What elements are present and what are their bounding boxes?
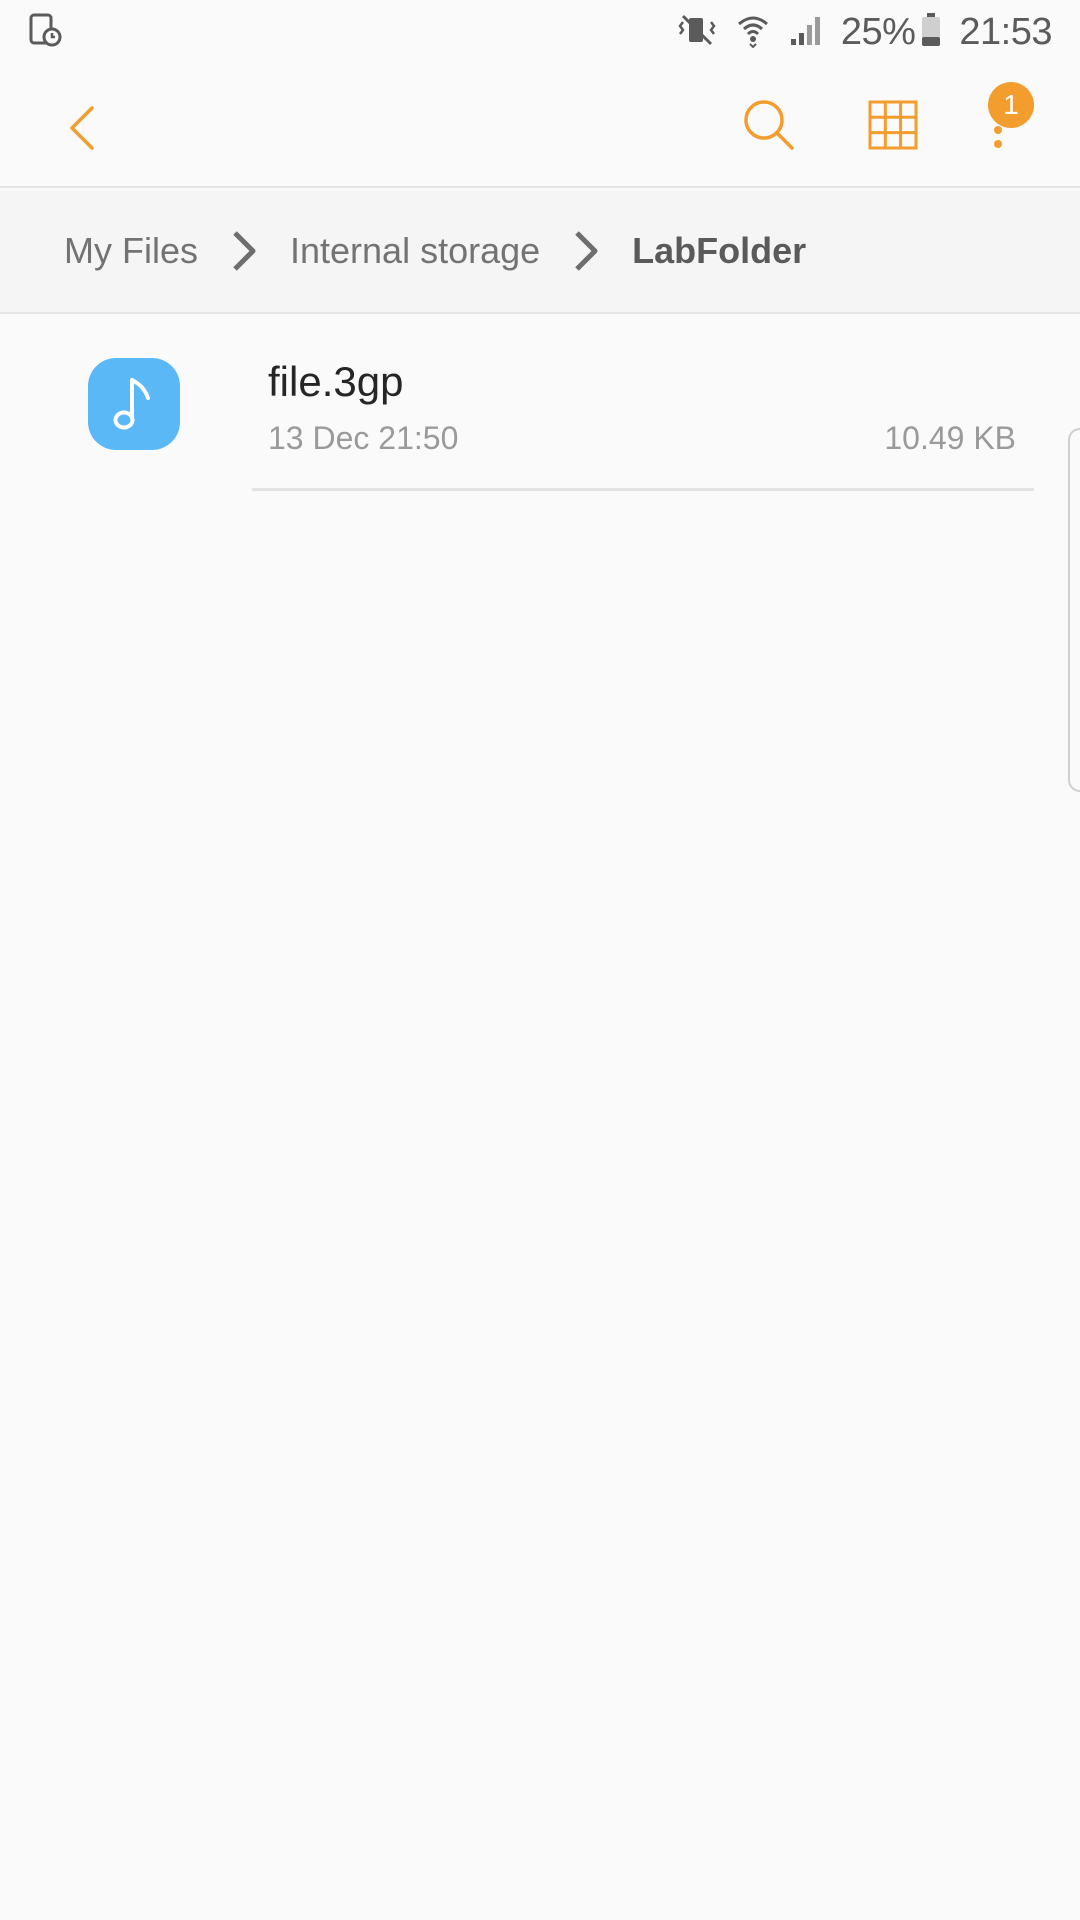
breadcrumb-internal-storage[interactable]: Internal storage — [290, 230, 540, 272]
search-button[interactable] — [738, 94, 802, 158]
screen-record-icon — [28, 13, 62, 52]
app-bar: 1 — [0, 64, 1080, 188]
file-name: file.3gp — [268, 358, 404, 405]
file-date: 13 Dec 21:50 — [268, 420, 459, 456]
breadcrumb: My Files Internal storage LabFolder — [0, 190, 1080, 314]
file-size: 10.49 KB — [884, 420, 1016, 456]
chevron-right-icon — [564, 223, 608, 279]
screen: 25% 21:53 1 My Files Internal storage La… — [0, 0, 1080, 1920]
vibrate-mute-icon — [677, 12, 717, 53]
breadcrumb-my-files[interactable]: My Files — [64, 230, 198, 272]
status-bar: 25% 21:53 — [0, 0, 1080, 64]
signal-icon — [789, 13, 823, 52]
breadcrumb-current-folder: LabFolder — [632, 230, 807, 271]
battery-percent: 25% — [840, 10, 916, 53]
status-left — [28, 13, 62, 52]
list-item[interactable]: file.3gp 13 Dec 21:50 10.49 KB — [0, 316, 1080, 492]
back-button[interactable] — [52, 98, 112, 158]
status-right: 25% 21:53 — [659, 11, 1052, 54]
wifi-icon — [735, 12, 771, 53]
edge-panel-handle[interactable] — [1068, 428, 1080, 792]
notification-badge: 1 — [988, 82, 1034, 128]
search-icon — [744, 100, 794, 150]
back-arrow-icon — [70, 106, 94, 150]
chevron-right-icon — [222, 223, 266, 279]
row-divider — [252, 488, 1034, 491]
clock: 21:53 — [959, 10, 1052, 53]
music-note-icon — [88, 358, 180, 450]
battery-icon — [921, 12, 941, 52]
grid-view-button[interactable] — [866, 98, 922, 154]
grid-icon — [868, 100, 918, 150]
